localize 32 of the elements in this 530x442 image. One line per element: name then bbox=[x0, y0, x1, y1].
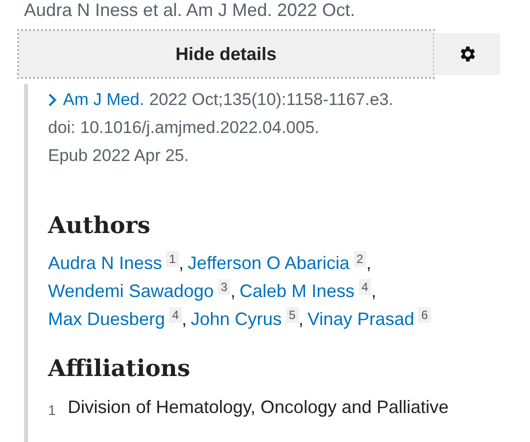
separator-comma: , bbox=[366, 252, 372, 275]
separator-comma: , bbox=[178, 252, 184, 275]
affiliation-ref[interactable]: 4 bbox=[169, 307, 182, 323]
author-link[interactable]: Wendemi Sawadogo bbox=[48, 277, 214, 305]
affiliations-heading: Affiliations bbox=[48, 355, 192, 382]
affiliation-ref[interactable]: 6 bbox=[418, 307, 431, 323]
settings-button[interactable] bbox=[434, 33, 500, 75]
separator-comma: , bbox=[182, 308, 187, 331]
affiliation-ref[interactable]: 5 bbox=[286, 307, 298, 323]
author-link[interactable]: Max Duesberg bbox=[48, 305, 166, 333]
separator-comma: , bbox=[230, 280, 236, 303]
affiliation-ref[interactable]: 4 bbox=[358, 279, 372, 295]
epub-date: Epub 2022 Apr 25. bbox=[48, 145, 189, 167]
doi-text: doi: 10.1016/j.amjmed.2022.04.005. bbox=[48, 117, 320, 139]
citation-text: Audra N Iness et al. Am J Med. 2022 Oct. bbox=[23, 0, 356, 20]
hide-details-button[interactable]: Hide details bbox=[18, 30, 434, 78]
chevron-right-icon bbox=[48, 93, 57, 107]
author-link[interactable]: Vinay Prasad bbox=[308, 305, 414, 333]
affiliation-text: Division of Hematology, Oncology and Palliative bbox=[68, 396, 449, 419]
author-link[interactable]: Caleb M Iness bbox=[239, 277, 355, 305]
separator-comma: , bbox=[371, 280, 376, 303]
affiliation-ref[interactable]: 2 bbox=[354, 251, 366, 267]
author-link[interactable]: Audra N Iness bbox=[48, 249, 162, 277]
publication-details: 2022 Oct;135(10):1158-1167.e3. bbox=[149, 89, 394, 111]
author-link[interactable]: Jefferson O Abaricia bbox=[188, 249, 350, 277]
authors-heading: Authors bbox=[48, 212, 152, 239]
separator-comma: , bbox=[298, 308, 304, 331]
author-link[interactable]: John Cyrus bbox=[190, 305, 282, 333]
affiliation-ref[interactable]: 3 bbox=[218, 279, 230, 295]
affiliation-number: 1 bbox=[48, 401, 56, 420]
journal-link[interactable]: Am J Med. bbox=[48, 86, 144, 114]
affiliation-ref[interactable]: 1 bbox=[166, 251, 179, 267]
